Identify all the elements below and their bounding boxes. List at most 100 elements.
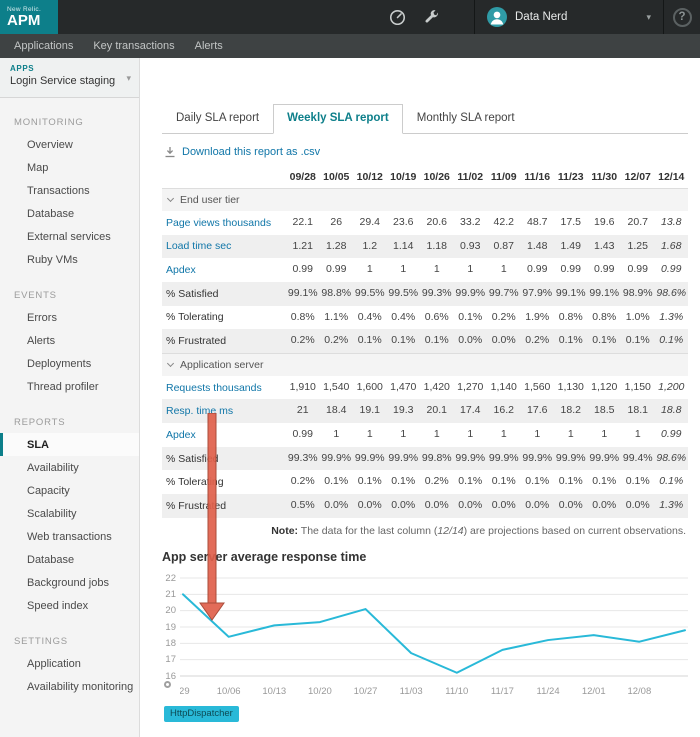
tab-monthly-sla-report[interactable]: Monthly SLA report: [403, 104, 529, 133]
cell: 0.1%: [592, 475, 617, 488]
cell: 26: [330, 216, 343, 228]
sidebar-item-database[interactable]: Database: [0, 548, 139, 571]
cell: 1.18: [426, 239, 447, 252]
chart-plot: [164, 572, 688, 688]
cell: 19.6: [594, 216, 615, 228]
cell: 0.1%: [391, 334, 416, 347]
tools-button[interactable]: [414, 0, 448, 34]
cell: 99.1%: [555, 286, 586, 299]
cell: 0.0%: [324, 499, 349, 512]
tab-weekly-sla-report[interactable]: Weekly SLA report: [273, 104, 403, 134]
cell: 0.2%: [424, 475, 449, 488]
sidebar-item-transactions[interactable]: Transactions: [0, 179, 139, 202]
row-link-load-time-sec[interactable]: Load time sec: [166, 240, 231, 252]
download-link[interactable]: Download this report as .csv: [182, 146, 320, 158]
cell: 1,600: [356, 380, 383, 393]
sidebar-item-sla[interactable]: SLA: [0, 433, 139, 456]
cell: 1.43: [594, 239, 615, 252]
cell: 0.87: [493, 239, 514, 252]
column-header-11-02: 11/02: [457, 171, 484, 183]
cell: 99.9%: [522, 451, 553, 464]
chart-legend-httpdispatcher[interactable]: HttpDispatcher: [164, 705, 239, 722]
chart-drag-handle-icon[interactable]: [164, 680, 171, 688]
row-link-apdex[interactable]: Apdex: [166, 429, 196, 441]
cell: 1: [500, 263, 507, 276]
cell: 1: [400, 263, 407, 276]
table-row-apdex: Apdex 0.99 0.99 1 1 1 1 1 0.99 0.99 0.99 0.99 0.99: [162, 258, 688, 282]
user-menu[interactable]: Data Nerd ▾: [474, 0, 664, 34]
top-bar: New Relic. APM Data Nerd ▾ ?: [0, 0, 700, 34]
table-row-tolerating: % Tolerating 0.8% 1.1% 0.4% 0.4% 0.6% 0.1% 0.2%…: [162, 306, 688, 330]
cell: 99.9%: [455, 286, 486, 299]
nav-item-applications[interactable]: Applications: [4, 40, 83, 52]
sidebar-item-availability[interactable]: Availability: [0, 456, 139, 479]
row-label-cell: Requests thousands: [162, 376, 286, 400]
cell: 20.7: [627, 216, 648, 228]
cell: 0.93: [460, 239, 481, 252]
sidebar-item-external-services[interactable]: External services: [0, 225, 139, 248]
sidebar-item-deployments[interactable]: Deployments: [0, 352, 139, 375]
sidebar-item-map[interactable]: Map: [0, 156, 139, 179]
sidebar-item-overview[interactable]: Overview: [0, 133, 139, 156]
sidebar-item-scalability[interactable]: Scalability: [0, 502, 139, 525]
nav-item-key-transactions[interactable]: Key transactions: [83, 40, 184, 52]
cell: 19.3: [393, 404, 414, 417]
row-label-cell: % Tolerating: [166, 476, 224, 489]
y-tick-label: 18: [165, 638, 176, 650]
tab-daily-sla-report[interactable]: Daily SLA report: [162, 104, 273, 133]
note-label: Note:: [271, 524, 299, 537]
column-header-11-16: 11/16: [524, 171, 551, 183]
y-tick-label: 19: [165, 621, 176, 633]
cell: 1,540: [323, 380, 350, 393]
cell: 0.1%: [357, 334, 382, 347]
section-row-end-user-tier[interactable]: End user tier: [162, 188, 688, 211]
section-row-application-server[interactable]: Application server: [162, 353, 688, 376]
cell: 0.8%: [558, 310, 583, 323]
app-selector-label: APPS: [10, 64, 35, 73]
column-header-11-30: 11/30: [591, 171, 618, 183]
y-tick-label: 20: [165, 605, 176, 617]
column-header-11-23: 11/23: [557, 171, 584, 183]
sidebar-item-application[interactable]: Application: [0, 652, 139, 675]
row-link-requests-thousands[interactable]: Requests thousands: [166, 382, 262, 394]
cell: 0.1%: [625, 334, 650, 347]
cell: 0.0%: [491, 334, 516, 347]
row-link-resp-time-ms[interactable]: Resp. time ms: [166, 405, 233, 417]
sidebar-item-availability-monitoring[interactable]: Availability monitoring: [0, 675, 139, 698]
status-gauge-button[interactable]: [380, 0, 414, 34]
collapse-chevron-icon: [166, 359, 175, 367]
sidebar-item-capacity[interactable]: Capacity: [0, 479, 139, 502]
sidebar-item-database[interactable]: Database: [0, 202, 139, 225]
cell: 0.1%: [324, 475, 349, 488]
sidebar: APPS Login Service staging ▾ MONITORING O…: [0, 58, 140, 737]
cell: 1: [366, 263, 373, 276]
sidebar-item-speed-index[interactable]: Speed index: [0, 594, 139, 617]
row-link-apdex[interactable]: Apdex: [166, 264, 196, 276]
sidebar-item-alerts[interactable]: Alerts: [0, 329, 139, 352]
collapse-chevron-icon: [166, 194, 175, 203]
cell: 0.2%: [525, 334, 550, 347]
cell: 1,560: [524, 380, 551, 393]
sidebar-item-ruby-vms[interactable]: Ruby VMs: [0, 248, 139, 271]
x-tick-label: 11/03: [399, 685, 423, 697]
help-button[interactable]: ?: [664, 0, 700, 34]
cell: 1: [601, 428, 608, 441]
sidebar-item-web-transactions[interactable]: Web transactions: [0, 525, 139, 548]
cell: 1: [467, 428, 474, 441]
sidebar-item-background-jobs[interactable]: Background jobs: [0, 571, 139, 594]
sidebar-item-errors[interactable]: Errors: [0, 306, 139, 329]
cell: 0.1%: [558, 334, 583, 347]
cell: 16.2: [493, 404, 514, 417]
download-report[interactable]: Download this report as .csv: [164, 146, 688, 158]
new-relic-apm-logo[interactable]: New Relic. APM: [0, 0, 58, 34]
row-link-page-views-thousands[interactable]: Page views thousands: [166, 217, 271, 229]
app-selector[interactable]: APPS Login Service staging ▾: [0, 58, 139, 98]
y-tick-label: 22: [165, 572, 176, 584]
nav-item-alerts[interactable]: Alerts: [185, 40, 233, 52]
cell: 99.9%: [455, 451, 486, 464]
column-header-10-05: 10/05: [323, 171, 350, 183]
sidebar-item-thread-profiler[interactable]: Thread profiler: [0, 375, 139, 398]
cell: 1: [333, 428, 340, 441]
sidebar-nav: MONITORING Overview Map Transactions Databas…: [0, 98, 139, 737]
